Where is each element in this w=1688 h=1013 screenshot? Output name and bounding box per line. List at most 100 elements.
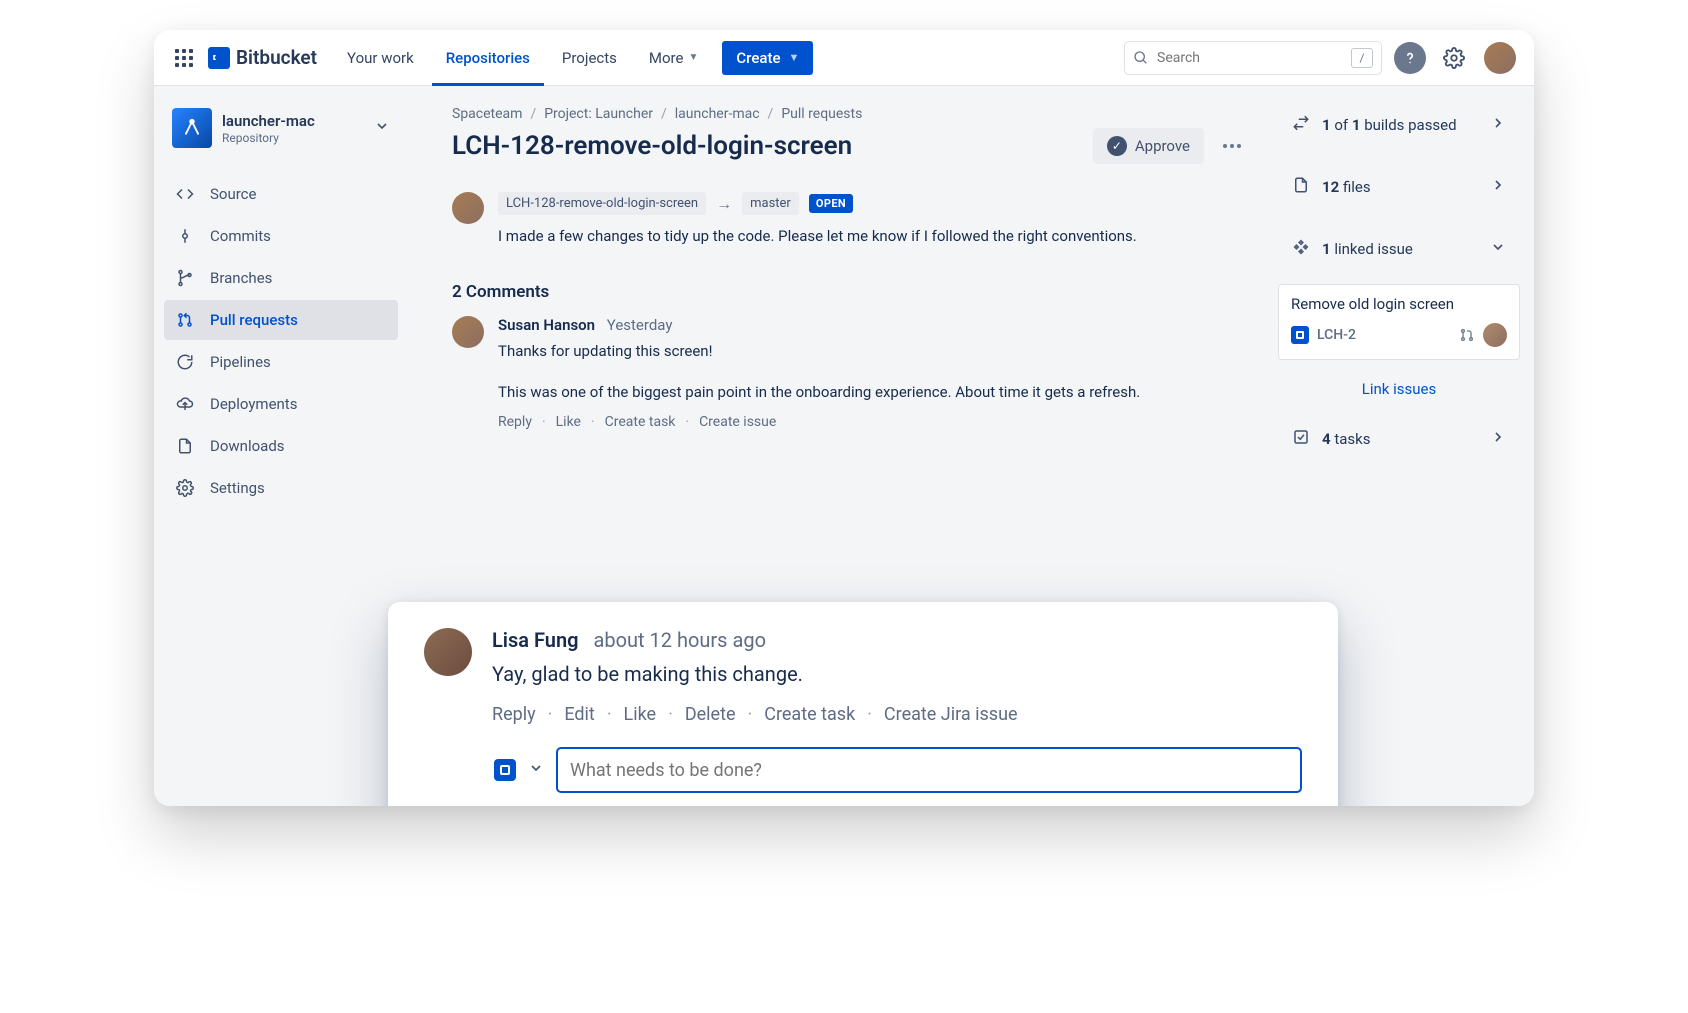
breadcrumb-item[interactable]: Project: Launcher <box>544 106 653 122</box>
jira-issue-icon <box>1291 326 1309 344</box>
comment-author[interactable]: Susan Hanson <box>498 316 595 334</box>
search-shortcut-hint: / <box>1351 48 1373 68</box>
downloads-icon <box>174 437 196 455</box>
sidebar-item-label: Deployments <box>210 395 297 413</box>
sidebar-nav: Source Commits Branches Pull requests Pi… <box>164 174 398 508</box>
chevron-down-icon: ▼ <box>788 51 799 64</box>
status-badge: OPEN <box>809 194 853 213</box>
help-icon[interactable] <box>1394 42 1426 74</box>
search-icon <box>1133 50 1149 66</box>
comment: Susan Hanson Yesterday Thanks for updati… <box>452 316 1250 431</box>
nav-your-work[interactable]: Your work <box>333 30 428 86</box>
search-field[interactable]: / <box>1124 41 1382 75</box>
tasks-panel[interactable]: 4 tasks <box>1278 414 1520 464</box>
builds-text: 1 of 1 builds passed <box>1322 116 1457 134</box>
code-icon <box>174 185 196 203</box>
chevron-right-icon <box>1490 115 1506 135</box>
comment-action-delete[interactable]: Delete <box>685 704 736 725</box>
comment-create-issue-popup: Lisa Fung about 12 hours ago Yay, glad t… <box>388 602 1338 806</box>
jira-issue-icon[interactable] <box>494 759 516 781</box>
target-branch[interactable]: master <box>742 192 799 215</box>
chevron-down-icon[interactable] <box>528 760 544 780</box>
issue-title: Remove old login screen <box>1291 295 1507 313</box>
comment-time: about 12 hours ago <box>593 628 766 652</box>
approve-label: Approve <box>1135 137 1190 155</box>
nav-more-label: More <box>649 49 684 67</box>
page-title: LCH-128-remove-old-login-screen <box>452 131 852 161</box>
commenter-avatar[interactable] <box>452 316 484 348</box>
sidebar-item-source[interactable]: Source <box>164 174 398 214</box>
create-button-label: Create <box>736 49 780 67</box>
comment-action-edit[interactable]: Edit <box>564 704 594 725</box>
builds-panel[interactable]: 1 of 1 builds passed <box>1278 100 1520 150</box>
link-issues-button[interactable]: Link issues <box>1278 370 1520 402</box>
issue-summary-input[interactable] <box>556 747 1302 793</box>
breadcrumb-item[interactable]: launcher-mac <box>675 106 760 122</box>
comment-action-reply[interactable]: Reply <box>498 414 532 430</box>
comment-action-create-task[interactable]: Create task <box>605 414 676 430</box>
sidebar-item-commits[interactable]: Commits <box>164 216 398 256</box>
sidebar-item-pipelines[interactable]: Pipelines <box>164 342 398 382</box>
files-panel[interactable]: 12 files <box>1278 162 1520 212</box>
pr-description-text: I made a few changes to tidy up the code… <box>498 225 1137 248</box>
chevron-down-icon <box>1490 239 1506 259</box>
check-icon: ✓ <box>1107 136 1127 156</box>
branch-row: LCH-128-remove-old-login-screen → master… <box>498 192 1137 215</box>
files-text: 12 files <box>1322 178 1371 196</box>
file-icon <box>1292 176 1310 198</box>
builds-icon <box>1292 114 1310 136</box>
linked-issue-header[interactable]: 1 linked issue <box>1278 224 1520 274</box>
sidebar-item-label: Pipelines <box>210 353 271 371</box>
repo-icon <box>172 108 212 148</box>
search-input[interactable] <box>1155 49 1345 67</box>
user-avatar[interactable] <box>1484 42 1516 74</box>
issue-key: LCH-2 <box>1317 327 1356 343</box>
product-logo[interactable]: ⎵ Bitbucket <box>208 46 317 69</box>
arrow-right-icon: → <box>716 194 732 214</box>
nav-projects[interactable]: Projects <box>548 30 631 86</box>
jira-icon <box>1292 238 1310 260</box>
sidebar-item-branches[interactable]: Branches <box>164 258 398 298</box>
sidebar-item-pull-requests[interactable]: Pull requests <box>164 300 398 340</box>
approve-button[interactable]: ✓ Approve <box>1093 128 1204 164</box>
more-actions-button[interactable] <box>1214 128 1250 164</box>
create-button[interactable]: Create ▼ <box>722 41 813 75</box>
comment-action-reply[interactable]: Reply <box>492 704 536 725</box>
source-branch[interactable]: LCH-128-remove-old-login-screen <box>498 192 706 215</box>
bitbucket-icon: ⎵ <box>208 47 230 69</box>
comments-heading: 2 Comments <box>452 282 1250 302</box>
sidebar-item-settings[interactable]: Settings <box>164 468 398 508</box>
task-icon <box>1292 428 1310 450</box>
comment-text: This was one of the biggest pain point i… <box>498 381 1140 404</box>
nav-more[interactable]: More ▼ <box>635 30 712 86</box>
sidebar-item-downloads[interactable]: Downloads <box>164 426 398 466</box>
breadcrumb-item[interactable]: Spaceteam <box>452 106 522 122</box>
gear-icon[interactable] <box>1438 42 1470 74</box>
comment-action-like[interactable]: Like <box>556 414 581 430</box>
product-name: Bitbucket <box>236 46 317 69</box>
comment-action-create-issue[interactable]: Create issue <box>699 414 776 430</box>
pr-description: LCH-128-remove-old-login-screen → master… <box>452 192 1250 248</box>
assignee-avatar[interactable] <box>1483 323 1507 347</box>
comment-actions: Reply· Like· Create task· Create issue <box>498 414 1140 430</box>
comment-author[interactable]: Lisa Fung <box>492 628 579 652</box>
comment-action-create-jira-issue[interactable]: Create Jira issue <box>884 704 1018 725</box>
breadcrumb: Spaceteam/ Project: Launcher/ launcher-m… <box>452 106 1250 122</box>
repo-switcher[interactable]: launcher-mac Repository <box>164 100 398 156</box>
chevron-right-icon <box>1490 177 1506 197</box>
comment-action-like[interactable]: Like <box>624 704 657 725</box>
sidebar-item-deployments[interactable]: Deployments <box>164 384 398 424</box>
commit-icon <box>174 227 196 245</box>
comment-action-create-task[interactable]: Create task <box>764 704 855 725</box>
commenter-avatar[interactable] <box>424 628 472 676</box>
pipelines-icon <box>174 353 196 371</box>
linked-issue-card[interactable]: Remove old login screen LCH-2 <box>1278 284 1520 360</box>
nav-repositories[interactable]: Repositories <box>432 30 544 86</box>
top-navigation: ⎵ Bitbucket Your work Repositories Proje… <box>154 30 1534 86</box>
author-avatar[interactable] <box>452 192 484 224</box>
comment-text: Thanks for updating this screen! <box>498 340 1140 363</box>
app-switcher-icon[interactable] <box>172 46 196 70</box>
breadcrumb-item[interactable]: Pull requests <box>781 106 862 122</box>
repo-subtitle: Repository <box>222 131 315 145</box>
title-row: LCH-128-remove-old-login-screen ✓ Approv… <box>452 128 1250 164</box>
